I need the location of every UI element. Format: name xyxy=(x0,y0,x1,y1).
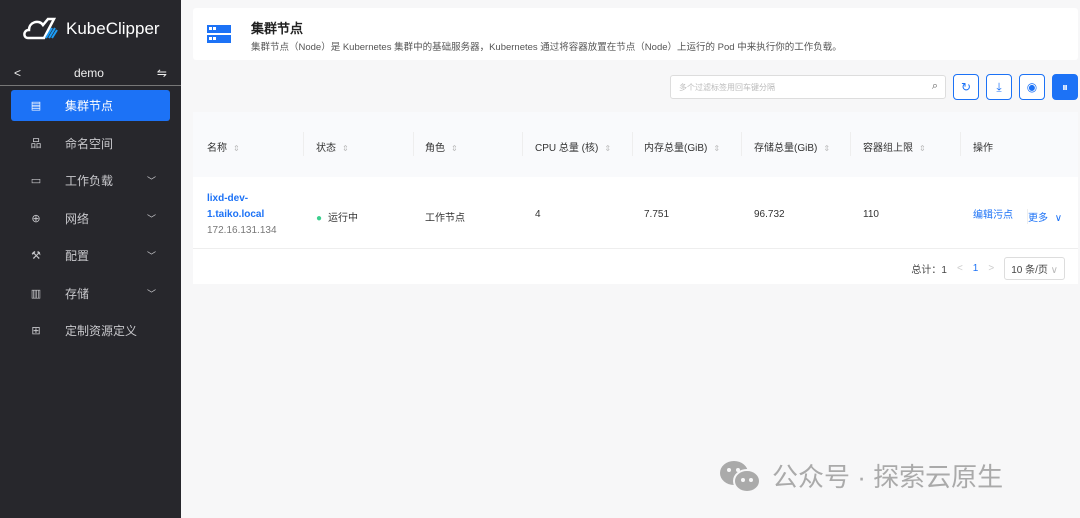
pagination: 总计：1 < 1 > 10 条/页 ∨ xyxy=(911,257,1065,280)
sort-icon: ⇕ xyxy=(451,144,458,153)
column-header-role[interactable]: 角色 ⇕ xyxy=(425,139,458,154)
page-description: 集群节点（Node）是 Kubernetes 集群中的基础服务器，Kuberne… xyxy=(251,42,842,53)
sidebar-item-label: 配置 xyxy=(65,249,90,263)
page-title: 集群节点 xyxy=(251,21,304,36)
refresh-button[interactable]: ↻ xyxy=(953,74,979,100)
sort-icon: ⇕ xyxy=(919,144,926,153)
sidebar-item-label: 网络 xyxy=(65,211,90,226)
chevron-down-icon: ﹀ xyxy=(146,251,156,261)
pause-icon: ⏸ xyxy=(1061,79,1068,94)
project-name: demo xyxy=(73,65,104,80)
sidebar-item-workloads[interactable]: ▭ 工作负载 ﹀ xyxy=(11,165,170,196)
sort-icon: ⇕ xyxy=(342,144,349,153)
wrench-icon: ⚒ xyxy=(31,250,41,262)
sidebar-item-network[interactable]: ⊕ 网络 ﹀ xyxy=(11,203,170,234)
cpu-cell: 4 xyxy=(535,209,541,220)
sidebar-item-crd[interactable]: ⊞ 定制资源定义 xyxy=(11,315,170,346)
sort-icon: ⇕ xyxy=(604,144,612,153)
node-icon: ▤ xyxy=(30,100,42,112)
globe-icon: ⊕ xyxy=(31,212,41,225)
column-header-cpu[interactable]: CPU 总量 (核) ⇕ xyxy=(535,139,611,154)
sidebar-item-label: 定制资源定义 xyxy=(65,324,138,338)
status-dot-icon: ● xyxy=(316,213,323,224)
watermark: 公众号 · 探索云原生 xyxy=(718,457,1003,494)
pause-button[interactable]: ⏸ xyxy=(1052,74,1078,100)
switch-icon[interactable]: ⇋ xyxy=(157,66,167,80)
grid-icon: ⊞ xyxy=(31,325,41,337)
more-dropdown[interactable]: 更多 ∨ xyxy=(1027,209,1062,224)
pods-cell: 110 xyxy=(863,209,879,220)
chevron-down-icon: ﹀ xyxy=(146,288,156,299)
sidebar-item-nodes[interactable]: ▤ 集群节点 xyxy=(11,90,170,121)
edit-taints-link[interactable]: 编辑污点 xyxy=(973,206,1013,221)
memory-cell: 7.751 xyxy=(644,209,670,220)
namespace-icon: 品 xyxy=(30,138,42,150)
role-cell: 工作节点 xyxy=(425,213,465,224)
sidebar-item-label: 集群节点 xyxy=(65,99,114,113)
storage-cell: 96.732 xyxy=(754,209,785,220)
prev-page-icon[interactable]: < xyxy=(957,263,963,274)
total-count: 总计：1 xyxy=(911,265,947,276)
sidebar: KubeClipper < demo ⇋ ▤ 集群节点 品 命名空间 ▭ 工作负载 ﹀ … xyxy=(0,0,181,518)
page-1[interactable]: 1 xyxy=(973,263,979,274)
status-badge: ● 运行中 xyxy=(316,213,359,224)
sidebar-item-label: 工作负载 xyxy=(65,174,114,188)
column-header-actions: 操作 xyxy=(973,143,993,154)
back-icon[interactable]: < xyxy=(14,66,21,80)
node-name-cell: lixd-dev- 1.taiko.local 172.16.131.134 xyxy=(207,191,277,239)
sidebar-nav: ▤ 集群节点 品 命名空间 ▭ 工作负载 ﹀ ⊕ 网络 ﹀ ⚒ 配置 ﹀ ▥ 存储 ﹀ ⊞ 定制资源定… xyxy=(11,90,170,353)
sidebar-item-label: 命名空间 xyxy=(65,136,114,151)
search-icon[interactable]: ⌕ xyxy=(932,80,938,93)
watermark-text: 公众号 · 探索云原生 xyxy=(772,462,1004,492)
column-header-pods[interactable]: 容器组上限 ⇕ xyxy=(863,139,926,154)
sidebar-item-namespaces[interactable]: 品 命名空间 xyxy=(11,128,170,159)
column-header-status[interactable]: 状态 ⇕ xyxy=(316,139,349,154)
column-header-name[interactable]: 名称 ⇕ xyxy=(207,139,240,154)
search-placeholder: 多个过滤标签用回车键分隔 xyxy=(679,83,775,92)
page-size-select[interactable]: 10 条/页 ∨ xyxy=(1004,257,1065,280)
app-name: KubeClipper xyxy=(66,19,160,38)
column-header-memory[interactable]: 内存总量(GiB) ⇕ xyxy=(644,139,720,154)
logo[interactable]: KubeClipper xyxy=(22,16,160,42)
storage-icon: ▥ xyxy=(30,287,42,300)
sort-icon: ⇕ xyxy=(713,144,721,153)
node-name-link[interactable]: lixd-dev- 1.taiko.local xyxy=(207,191,277,223)
sort-icon: ⇕ xyxy=(823,144,831,153)
project-switcher[interactable]: < demo ⇋ xyxy=(0,60,181,86)
page-header: 集群节点 集群节点（Node）是 Kubernetes 集群中的基础服务器，Ku… xyxy=(193,8,1078,60)
chevron-down-icon: ∨ xyxy=(1054,213,1063,224)
download-button[interactable]: ⤓ xyxy=(986,74,1012,100)
eye-icon: ◉ xyxy=(1026,80,1038,94)
sidebar-item-label: 存储 xyxy=(65,286,90,301)
chevron-down-icon: ﹀ xyxy=(146,176,156,186)
chevron-down-icon: ∨ xyxy=(1050,265,1058,276)
refresh-icon: ↻ xyxy=(960,80,972,94)
wechat-icon xyxy=(720,460,761,493)
table-header: 名称 ⇕ 状态 ⇕ 角色 ⇕ CPU 总量 (核) ⇕ 内存总量(GiB) ⇕ 存储总量(… xyxy=(193,112,1078,177)
column-header-storage[interactable]: 存储总量(GiB) ⇕ xyxy=(754,139,830,154)
next-page-icon[interactable]: > xyxy=(988,263,994,274)
node-ip: 172.16.131.134 xyxy=(207,225,277,236)
sort-icon: ⇕ xyxy=(233,144,240,153)
monitor-icon: ▭ xyxy=(30,175,42,187)
nodes-table: 名称 ⇕ 状态 ⇕ 角色 ⇕ CPU 总量 (核) ⇕ 内存总量(GiB) ⇕ 存储总量(… xyxy=(193,112,1078,284)
view-button[interactable]: ◉ xyxy=(1019,74,1045,100)
filter-search-input[interactable]: 多个过滤标签用回车键分隔 ⌕ xyxy=(670,75,946,99)
table-row: lixd-dev- 1.taiko.local 172.16.131.134 ● 运… xyxy=(193,177,1078,249)
node-icon xyxy=(207,25,231,43)
download-icon: ⤓ xyxy=(996,79,1002,94)
sidebar-item-config[interactable]: ⚒ 配置 ﹀ xyxy=(11,240,170,271)
cloud-logo-icon xyxy=(23,17,58,40)
chevron-down-icon: ﹀ xyxy=(146,213,156,224)
sidebar-item-storage[interactable]: ▥ 存储 ﹀ xyxy=(11,278,170,309)
